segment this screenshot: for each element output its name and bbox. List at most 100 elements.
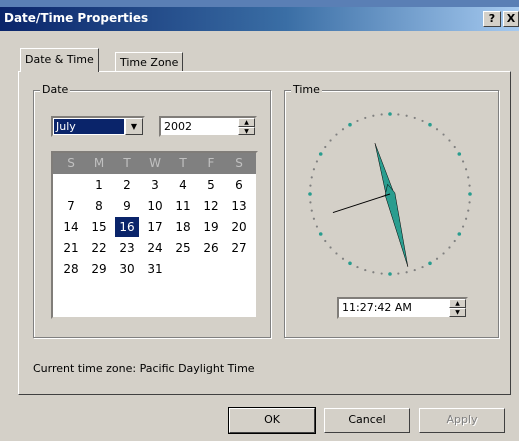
clock-minute-mark — [405, 114, 408, 117]
year-down-arrow-icon[interactable]: ▼ — [238, 126, 255, 135]
clock-hour-mark — [457, 152, 462, 156]
calendar-day[interactable]: 28 — [59, 259, 83, 279]
clock-minute-mark — [356, 119, 359, 123]
clock-minute-mark — [315, 225, 319, 228]
date-group-label: Date — [40, 83, 71, 96]
calendar-day[interactable]: 2 — [115, 175, 139, 195]
clock-minute-mark — [442, 133, 445, 136]
clock-minute-mark — [448, 246, 451, 249]
calendar-day[interactable]: 22 — [87, 238, 111, 258]
clock-minute-mark — [364, 116, 367, 120]
clock-minute-mark — [380, 272, 383, 275]
clock-minute-mark — [464, 217, 468, 220]
clock-minute-mark — [372, 271, 375, 274]
clock-second-hand — [332, 193, 391, 214]
calendar-day[interactable]: 20 — [227, 217, 251, 237]
calendar-day[interactable]: 6 — [227, 175, 251, 195]
calendar-day[interactable]: 9 — [115, 196, 139, 216]
clock-minute-mark — [364, 268, 367, 272]
tab-time-zone[interactable]: Time Zone — [115, 52, 184, 72]
calendar-day[interactable]: 31 — [143, 259, 167, 279]
calendar-day[interactable]: 19 — [199, 217, 223, 237]
calendar-day[interactable]: 8 — [87, 196, 111, 216]
clock-minute-mark — [464, 168, 468, 171]
calendar-day[interactable]: 5 — [199, 175, 223, 195]
calendar-weekday-header: SMTWTFS — [53, 153, 256, 174]
clock-minute-mark — [329, 139, 332, 142]
clock-minute-mark — [335, 252, 338, 255]
calendar-day[interactable]: 14 — [59, 217, 83, 237]
clock-hour-mark — [428, 261, 432, 266]
calendar-day[interactable]: 4 — [171, 175, 195, 195]
clock-minute-mark — [310, 176, 313, 179]
clock-minute-mark — [468, 184, 471, 187]
calendar-day[interactable]: 27 — [227, 238, 251, 258]
month-select-value: July — [54, 119, 124, 134]
calendar-day[interactable]: 17 — [143, 217, 167, 237]
clock-minute-mark — [435, 128, 439, 131]
calendar-day[interactable]: 24 — [143, 238, 167, 258]
clock-minute-mark — [324, 239, 327, 243]
clock-hour-mark — [318, 232, 323, 236]
tab-date-time[interactable]: Date & Time — [20, 48, 99, 72]
weekday-header-cell: F — [207, 156, 215, 170]
title-bar[interactable]: Date/Time Properties ? X — [0, 7, 519, 31]
clock-minute-mark — [461, 160, 465, 163]
clock-minute-mark — [397, 272, 400, 275]
time-up-arrow-icon[interactable]: ▲ — [449, 299, 466, 308]
calendar-day[interactable]: 30 — [115, 259, 139, 279]
clock-minute-mark — [413, 116, 416, 120]
calendar-day[interactable]: 1 — [87, 175, 111, 195]
calendar-day[interactable]: 3 — [143, 175, 167, 195]
clock-minute-mark — [435, 257, 439, 260]
calendar-day[interactable]: 26 — [199, 238, 223, 258]
clock-hour-mark — [468, 192, 472, 196]
clock-minute-mark — [310, 209, 313, 212]
calendar-day[interactable]: 13 — [227, 196, 251, 216]
calendar-day[interactable]: 10 — [143, 196, 167, 216]
time-spinner[interactable]: 11:27:42 AM ▲ ▼ — [337, 297, 468, 319]
clock-minute-mark — [467, 176, 470, 179]
analog-clock — [308, 112, 472, 276]
cancel-button[interactable]: Cancel — [324, 408, 410, 433]
calendar-day[interactable]: 16 — [115, 217, 139, 237]
clock-minute-mark — [312, 168, 316, 171]
chevron-down-icon[interactable]: ▼ — [125, 118, 143, 135]
clock-minute-mark — [372, 114, 375, 117]
help-button[interactable]: ? — [483, 11, 501, 27]
clock-minute-mark — [315, 160, 319, 163]
apply-button[interactable]: Apply — [419, 408, 505, 433]
clock-minute-mark — [453, 239, 456, 243]
calendar-day[interactable]: 11 — [171, 196, 195, 216]
calendar-day[interactable]: 25 — [171, 238, 195, 258]
time-down-arrow-icon[interactable]: ▼ — [449, 308, 466, 317]
clock-minute-mark — [309, 184, 312, 187]
calendar-day[interactable]: 15 — [87, 217, 111, 237]
clock-minute-hand — [384, 183, 409, 267]
time-value: 11:27:42 AM — [342, 301, 412, 314]
clock-hour-mark — [388, 112, 392, 116]
clock-minute-mark — [421, 119, 424, 123]
calendar-grid[interactable]: SMTWTFS 1 2 3 4 5 6 7 8 9 10 11 12 13 14 15 16 17 18 19 20 2… — [51, 151, 258, 319]
month-select[interactable]: July ▼ — [51, 116, 145, 137]
close-button[interactable]: X — [503, 11, 519, 27]
clock-minute-mark — [312, 217, 316, 220]
clock-minute-mark — [448, 139, 451, 142]
clock-hour-mark — [308, 192, 312, 196]
year-value: 2002 — [164, 120, 192, 133]
calendar-day[interactable]: 23 — [115, 238, 139, 258]
clock-minute-mark — [309, 201, 312, 204]
weekday-header-cell: T — [123, 156, 131, 170]
year-spinner[interactable]: 2002 ▲ ▼ — [159, 116, 257, 137]
calendar-day[interactable]: 7 — [59, 196, 83, 216]
ok-button[interactable]: OK — [228, 407, 316, 434]
current-timezone-label: Current time zone: Pacific Daylight Time — [33, 362, 255, 375]
calendar-day[interactable]: 12 — [199, 196, 223, 216]
calendar-day[interactable]: 21 — [59, 238, 83, 258]
clock-minute-mark — [467, 209, 470, 212]
year-up-arrow-icon[interactable]: ▲ — [238, 118, 255, 127]
weekday-header-cell: T — [179, 156, 187, 170]
clock-minute-mark — [413, 268, 416, 272]
calendar-day[interactable]: 29 — [87, 259, 111, 279]
calendar-day[interactable]: 18 — [171, 217, 195, 237]
